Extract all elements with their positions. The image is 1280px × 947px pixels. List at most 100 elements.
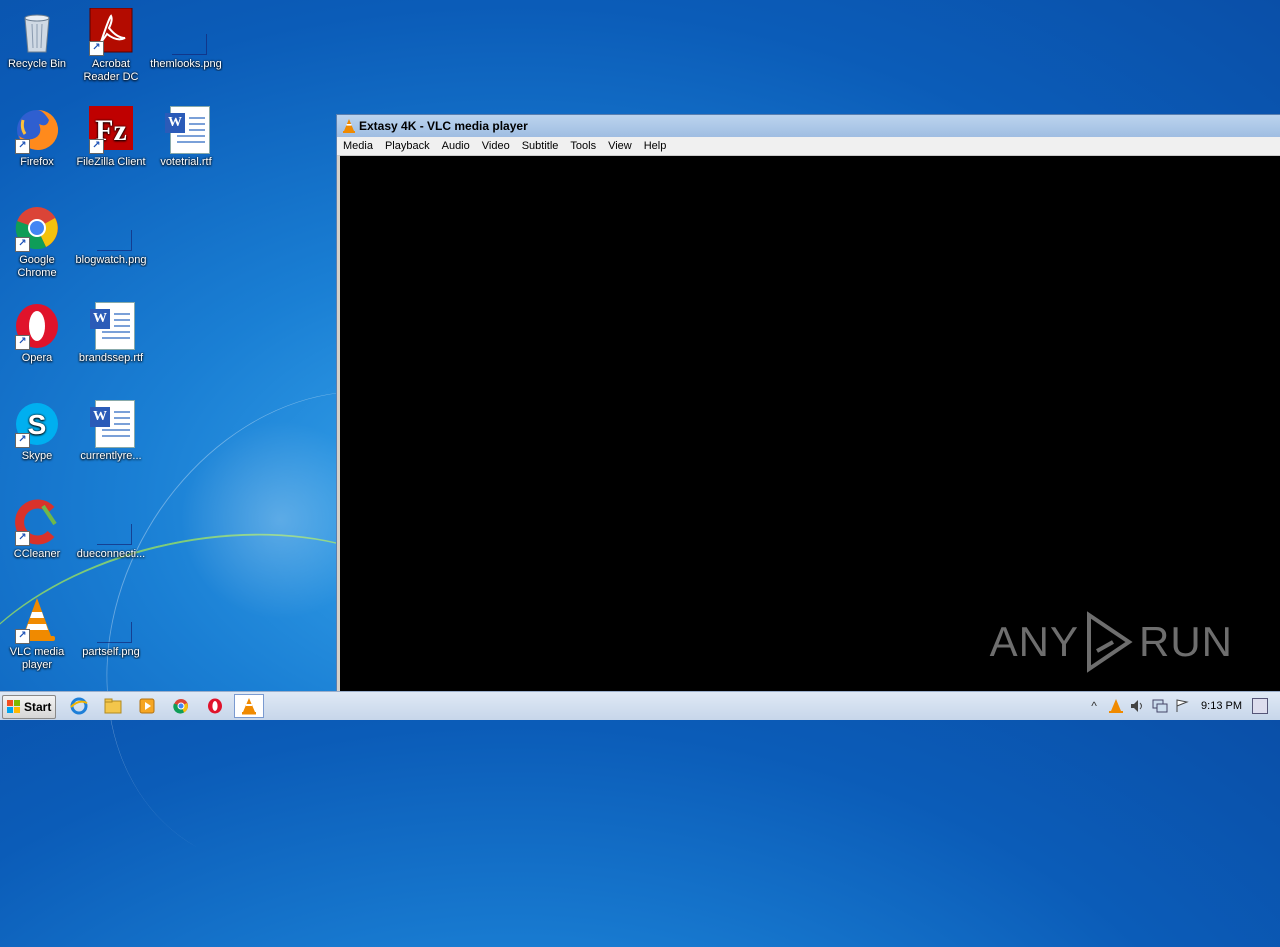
desktop-icon-label: votetrial.rtf — [160, 156, 212, 168]
internet-explorer-icon — [70, 697, 88, 715]
menu-subtitle[interactable]: Subtitle — [516, 140, 565, 152]
watermark-text-right: RUN — [1139, 618, 1233, 665]
desktop-icon-label: Recycle Bin — [7, 58, 67, 70]
image-file-icon — [87, 596, 135, 644]
flag-icon — [1176, 699, 1189, 712]
tray-network[interactable] — [1149, 696, 1171, 716]
taskbar-file-explorer[interactable] — [102, 696, 124, 716]
desktop-icon-recycle-bin[interactable]: Recycle Bin — [0, 8, 74, 71]
desktop-icon-opera[interactable]: ↗ Opera — [0, 302, 74, 365]
desktop-icon-label: Opera — [21, 352, 53, 364]
folder-icon — [104, 698, 122, 714]
menu-audio[interactable]: Audio — [436, 140, 476, 152]
desktop-icon-label: Skype — [21, 450, 53, 462]
vlc-cone-icon — [242, 698, 256, 715]
desktop-icon-firefox[interactable]: ↗ Firefox — [0, 106, 74, 169]
taskbar-vlc[interactable] — [234, 694, 264, 718]
opera-icon: ↗ — [13, 302, 61, 350]
desktop-icon-vlc[interactable]: ↗ VLC media player — [0, 596, 74, 672]
shortcut-arrow-icon: ↗ — [15, 531, 30, 546]
shortcut-arrow-icon: ↗ — [15, 335, 30, 350]
desktop-icon-label: FileZilla Client — [76, 156, 146, 168]
media-player-icon — [139, 698, 155, 714]
desktop-icon-currentlyre[interactable]: W currentlyre... — [74, 400, 148, 463]
taskbar-internet-explorer[interactable] — [68, 696, 90, 716]
vlc-cone-icon — [1109, 699, 1124, 713]
word-document-icon: W — [87, 400, 135, 448]
tray-volume[interactable] — [1127, 696, 1149, 716]
start-button[interactable]: Start — [2, 695, 56, 719]
taskbar-media-player[interactable] — [136, 696, 158, 716]
menu-tools[interactable]: Tools — [564, 140, 602, 152]
desktop-icon-label: Google Chrome — [17, 254, 57, 279]
recycle-bin-icon — [13, 8, 61, 56]
skype-icon: S ↗ — [13, 400, 61, 448]
desktop-icon-themlooks[interactable]: themlooks.png — [149, 8, 223, 71]
menu-view[interactable]: View — [602, 140, 638, 152]
desktop-icon-votetrial[interactable]: W votetrial.rtf — [149, 106, 223, 169]
desktop-icon-brandssep[interactable]: W brandssep.rtf — [74, 302, 148, 365]
shortcut-arrow-icon: ↗ — [15, 629, 30, 644]
menu-playback[interactable]: Playback — [379, 140, 436, 152]
shortcut-arrow-icon: ↗ — [15, 139, 30, 154]
desktop-icon-label: Firefox — [20, 156, 54, 168]
filezilla-icon: Fz ↗ — [87, 106, 135, 154]
shortcut-arrow-icon: ↗ — [15, 433, 30, 448]
tray-expand-button[interactable]: ^ — [1083, 696, 1105, 716]
taskbar: Start ^ 9:13 PM — [0, 691, 1280, 720]
desktop-icon-label: Acrobat Reader DC — [83, 58, 139, 83]
image-file-icon — [162, 8, 210, 56]
video-display[interactable]: ANY RUN — [340, 156, 1280, 695]
desktop-icon-acrobat[interactable]: ↗ Acrobat Reader DC — [74, 7, 148, 84]
desktop-icon-skype[interactable]: S ↗ Skype — [0, 400, 74, 463]
taskbar-opera[interactable] — [204, 696, 226, 716]
desktop-icon-label: blogwatch.png — [75, 254, 147, 266]
vlc-cone-icon — [343, 119, 355, 133]
firefox-icon: ↗ — [13, 106, 61, 154]
speaker-icon — [1131, 700, 1143, 712]
window-title: Extasy 4K - VLC media player — [359, 119, 528, 133]
desktop-icon-chrome[interactable]: ↗ Google Chrome — [0, 204, 74, 280]
desktop-icon-partself[interactable]: partself.png — [74, 596, 148, 659]
anyrun-watermark: ANY RUN — [990, 611, 1233, 673]
desktop-icon-ccleaner[interactable]: ↗ CCleaner — [0, 498, 74, 561]
desktop-icon-filezilla[interactable]: Fz ↗ FileZilla Client — [74, 106, 148, 169]
window-titlebar[interactable]: Extasy 4K - VLC media player — [337, 115, 1280, 137]
taskbar-clock[interactable]: 9:13 PM — [1193, 700, 1252, 712]
word-document-icon: W — [162, 106, 210, 154]
vlc-cone-icon: ↗ — [13, 596, 61, 644]
tray-vlc[interactable] — [1105, 696, 1127, 716]
desktop-icon-label: themlooks.png — [150, 58, 222, 70]
desktop-icon-label: CCleaner — [13, 548, 61, 560]
ccleaner-icon: ↗ — [13, 498, 61, 546]
menu-bar: Media Playback Audio Video Subtitle Tool… — [337, 137, 1280, 156]
menu-media[interactable]: Media — [337, 140, 379, 152]
word-document-icon: W — [87, 302, 135, 350]
opera-icon — [208, 698, 222, 714]
desktop-icon-label: partself.png — [82, 646, 140, 658]
system-tray: ^ 9:13 PM — [1083, 692, 1280, 720]
network-icon — [1152, 699, 1168, 713]
chrome-icon: ↗ — [13, 204, 61, 252]
desktop-icon-dueconnecti[interactable]: dueconnecti... — [74, 498, 148, 561]
desktop-icon-label: VLC media player — [9, 646, 65, 671]
play-triangle-icon — [1087, 611, 1133, 673]
windows-logo-icon — [7, 700, 20, 713]
watermark-text-left: ANY — [989, 618, 1079, 665]
taskbar-chrome[interactable] — [170, 696, 192, 716]
acrobat-icon: ↗ — [87, 7, 135, 56]
chrome-icon — [173, 699, 188, 714]
shortcut-arrow-icon: ↗ — [15, 237, 30, 252]
shortcut-arrow-icon: ↗ — [89, 41, 104, 56]
desktop-icon-label: currentlyre... — [80, 450, 142, 462]
tray-action-center[interactable] — [1171, 696, 1193, 716]
menu-help[interactable]: Help — [638, 140, 673, 152]
desktop-icon-blogwatch[interactable]: blogwatch.png — [74, 204, 148, 267]
menu-video[interactable]: Video — [476, 140, 516, 152]
vlc-window[interactable]: Extasy 4K - VLC media player Media Playb… — [336, 114, 1280, 696]
image-file-icon — [87, 204, 135, 252]
show-desktop-button[interactable] — [1252, 698, 1268, 714]
image-file-icon — [87, 498, 135, 546]
start-label: Start — [24, 700, 52, 714]
desktop-icon-label: brandssep.rtf — [78, 352, 144, 364]
